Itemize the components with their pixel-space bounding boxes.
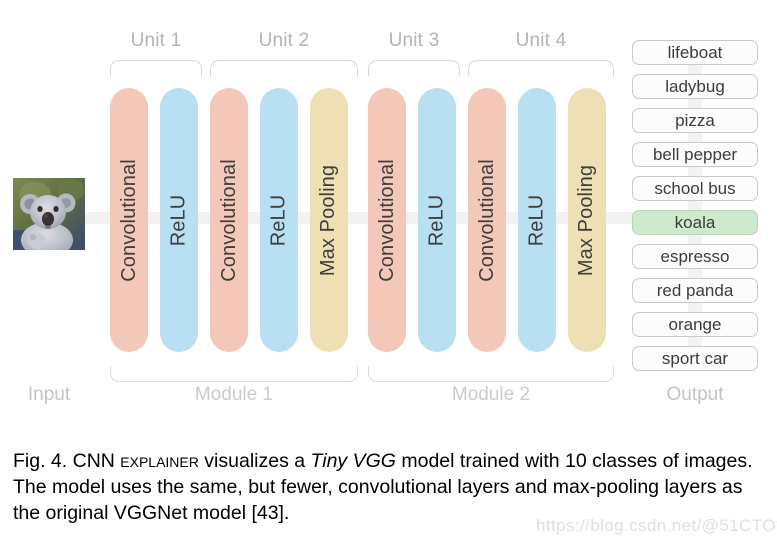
- output-class-list: lifeboat ladybug pizza bell pepper schoo…: [632, 40, 758, 380]
- class-box-bell-pepper[interactable]: bell pepper: [632, 142, 758, 167]
- input-image-koala: [13, 178, 85, 250]
- unit-bracket-3: [368, 60, 460, 76]
- layer-bar-convolutional-2[interactable]: Convolutional: [210, 88, 248, 352]
- caption-figure-number: Fig. 4.: [13, 450, 68, 472]
- cnn-architecture-figure: Unit 1 Unit 2 Unit 3 Unit 4 Convolutiona…: [0, 0, 777, 430]
- layer-bar-convolutional-1[interactable]: Convolutional: [110, 88, 148, 352]
- layer-bar-relu-1[interactable]: ReLU: [160, 88, 198, 352]
- class-box-orange[interactable]: orange: [632, 312, 758, 337]
- class-label: espresso: [660, 246, 730, 266]
- figure-caption: Fig. 4. CNN Explainer visualizes a Tiny …: [13, 448, 765, 526]
- class-label: pizza: [675, 110, 715, 130]
- class-label: lifeboat: [667, 42, 723, 62]
- class-label: ladybug: [665, 76, 725, 96]
- layer-bar-maxpooling-2[interactable]: Max Pooling: [568, 88, 606, 352]
- layer-label: Convolutional: [117, 158, 140, 282]
- unit-label-2: Unit 2: [258, 30, 310, 51]
- layer-bar-relu-2[interactable]: ReLU: [260, 88, 298, 352]
- layer-label: Convolutional: [375, 158, 398, 282]
- layer-label: ReLU: [425, 194, 448, 246]
- class-box-red-panda[interactable]: red panda: [632, 278, 758, 303]
- caption-model-name: Tiny VGG: [310, 450, 396, 472]
- caption-part2: visualizes a: [198, 450, 311, 472]
- layer-label: ReLU: [267, 194, 290, 246]
- layer-bar-convolutional-3[interactable]: Convolutional: [368, 88, 406, 352]
- class-box-pizza[interactable]: pizza: [632, 108, 758, 133]
- layer-bar-relu-3[interactable]: ReLU: [418, 88, 456, 352]
- layer-label: Max Pooling: [317, 164, 340, 276]
- module-label-2: Module 2: [451, 384, 531, 405]
- class-label: orange: [668, 314, 722, 334]
- input-label: Input: [27, 384, 71, 405]
- class-label: sport car: [661, 348, 729, 368]
- class-box-koala[interactable]: koala: [632, 210, 758, 235]
- layer-label: Max Pooling: [575, 164, 598, 276]
- class-label: red panda: [656, 280, 734, 300]
- output-label: Output: [666, 384, 724, 405]
- module-bracket-2: [368, 366, 614, 382]
- class-label: bell pepper: [652, 144, 738, 164]
- class-box-sport-car[interactable]: sport car: [632, 346, 758, 371]
- caption-part1: CNN: [67, 450, 121, 472]
- layer-bar-convolutional-4[interactable]: Convolutional: [468, 88, 506, 352]
- class-box-espresso[interactable]: espresso: [632, 244, 758, 269]
- layer-label: ReLU: [167, 194, 190, 246]
- layer-label: Convolutional: [217, 158, 240, 282]
- unit-bracket-1: [110, 60, 202, 76]
- class-box-school-bus[interactable]: school bus: [632, 176, 758, 201]
- layer-label: ReLU: [525, 194, 548, 246]
- caption-system-name: Explainer: [120, 450, 199, 472]
- layer-label: Convolutional: [475, 158, 498, 282]
- layer-bar-maxpooling-1[interactable]: Max Pooling: [310, 88, 348, 352]
- module-bracket-1: [110, 366, 358, 382]
- unit-label-3: Unit 3: [388, 30, 440, 51]
- unit-bracket-2: [210, 60, 358, 76]
- unit-label-4: Unit 4: [515, 30, 567, 51]
- class-label: school bus: [654, 178, 736, 198]
- module-label-1: Module 1: [194, 384, 274, 405]
- class-box-ladybug[interactable]: ladybug: [632, 74, 758, 99]
- layer-bar-relu-4[interactable]: ReLU: [518, 88, 556, 352]
- unit-bracket-4: [468, 60, 614, 76]
- class-box-lifeboat[interactable]: lifeboat: [632, 40, 758, 65]
- class-label: koala: [674, 212, 716, 232]
- unit-label-1: Unit 1: [130, 30, 182, 51]
